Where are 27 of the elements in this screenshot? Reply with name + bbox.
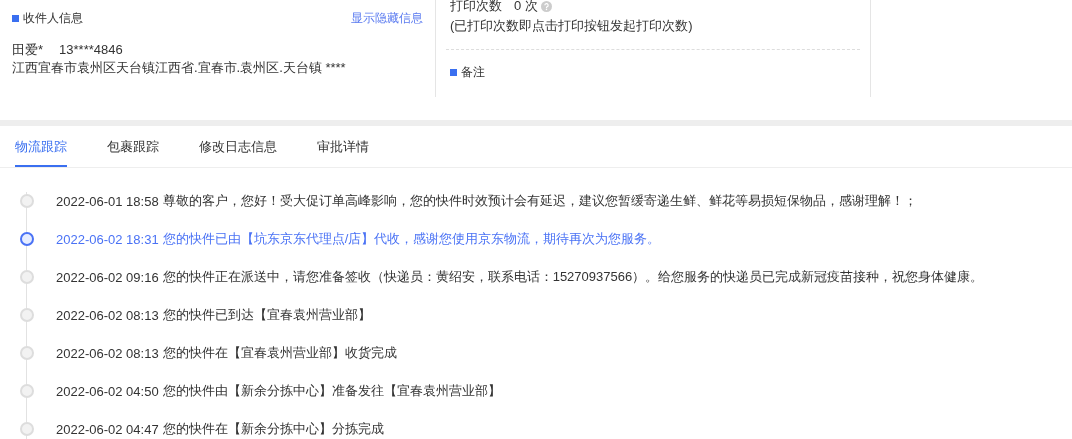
print-count-label: 打印次数 xyxy=(450,0,502,14)
tab[interactable]: 包裹跟踪 xyxy=(107,134,159,167)
tab[interactable]: 修改日志信息 xyxy=(199,134,277,167)
event-message: 您的快件正在派送中，请您准备签收（快递员：黄绍安，联系电话：15270937566）。给您服务的快递员已完成新冠疫苗接种，祝您身体健康。 xyxy=(162,268,984,286)
event-time: 2022-06-02 04:47 xyxy=(56,421,159,437)
section-title: 收件人信息 xyxy=(23,10,83,27)
recipient-name: 田爱* xyxy=(12,41,44,59)
event-time: 2022-06-02 08:13 xyxy=(56,345,159,361)
event-time: 2022-06-02 08:13 xyxy=(56,307,159,323)
event-time: 2022-06-01 18:58 xyxy=(56,193,159,209)
event-time: 2022-06-02 04:50 xyxy=(56,383,159,399)
show-hidden-info-link[interactable]: 显示隐藏信息 xyxy=(351,10,423,27)
print-count-value: 0 次 xyxy=(514,0,538,14)
recipient-address: 江西宜春市袁州区天台镇江西省.宜春市.袁州区.天台镇 **** xyxy=(12,59,346,77)
event-time: 2022-06-02 09:16 xyxy=(56,269,159,285)
event-message: 您的快件由【新余分拣中心】准备发往【宜春袁州营业部】 xyxy=(162,382,501,400)
event-message: 您的快件已到达【宜春袁州营业部】 xyxy=(162,306,371,324)
tab[interactable]: 物流跟踪 xyxy=(15,134,67,167)
event-time: 2022-06-02 18:31 xyxy=(56,231,159,247)
section-title: 备注 xyxy=(461,64,485,81)
print-count-note: (已打印次数即点击打印按钮发起打印次数) xyxy=(450,17,694,35)
tab[interactable]: 审批详情 xyxy=(317,134,369,167)
event-message: 您的快件在【宜春袁州营业部】收货完成 xyxy=(162,344,397,362)
event-message: 尊敬的客户，您好！受大促订单高峰影响，您的快件时效预计会有延迟，建议您暂缓寄递生鲜、鲜花等易损短保物品，感谢理解！； xyxy=(162,192,917,210)
event-message: 您的快件已由【坑东京东代理点/店】代收，感谢您使用京东物流，期待再次为您服务。 xyxy=(162,230,661,248)
event-message: 您的快件在【新余分拣中心】分拣完成 xyxy=(162,420,384,438)
recipient-phone: 13****4846 xyxy=(59,41,123,59)
